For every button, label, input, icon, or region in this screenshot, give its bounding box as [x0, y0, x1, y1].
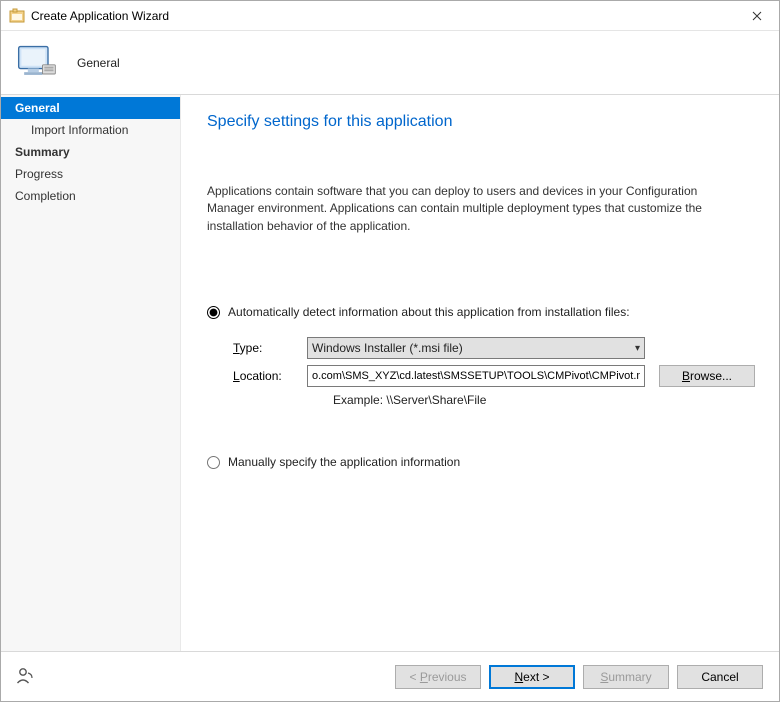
location-label: Location: — [233, 369, 307, 383]
monitor-icon — [15, 41, 59, 85]
content: Specify settings for this application Ap… — [181, 95, 779, 651]
radio-auto-detect-row: Automatically detect information about t… — [207, 305, 755, 319]
previous-button[interactable]: < Previous — [395, 665, 481, 689]
type-select-value: Windows Installer (*.msi file) — [312, 341, 463, 355]
radio-auto-detect-label[interactable]: Automatically detect information about t… — [228, 305, 630, 319]
close-button[interactable] — [734, 1, 779, 30]
sidebar-item-completion[interactable]: Completion — [1, 185, 180, 207]
sidebar-item-summary[interactable]: Summary — [1, 141, 180, 163]
close-icon — [752, 11, 762, 21]
person-icon[interactable] — [15, 666, 35, 686]
sidebar-item-import-information[interactable]: Import Information — [1, 119, 180, 141]
body: General Import Information Summary Progr… — [1, 95, 779, 651]
titlebar: Create Application Wizard — [1, 1, 779, 31]
next-button[interactable]: Next > — [489, 665, 575, 689]
radio-auto-detect[interactable] — [207, 306, 220, 319]
app-icon — [9, 8, 25, 24]
sidebar-item-progress[interactable]: Progress — [1, 163, 180, 185]
radio-manual-label[interactable]: Manually specify the application informa… — [228, 455, 460, 469]
chevron-down-icon: ▾ — [635, 343, 640, 354]
header-title: General — [77, 56, 120, 70]
description-text: Applications contain software that you c… — [207, 183, 747, 235]
location-row: Location: Browse... — [233, 365, 755, 387]
cancel-button[interactable]: Cancel — [677, 665, 763, 689]
window-title: Create Application Wizard — [31, 9, 734, 23]
radio-manual-row: Manually specify the application informa… — [207, 455, 755, 469]
location-input[interactable] — [307, 365, 645, 387]
type-row: Type: Windows Installer (*.msi file) ▾ — [233, 337, 755, 359]
type-select[interactable]: Windows Installer (*.msi file) ▾ — [307, 337, 645, 359]
wizard-window: Create Application Wizard General Genera… — [0, 0, 780, 702]
example-text: Example: \\Server\Share\File — [233, 393, 755, 407]
header: General — [1, 31, 779, 95]
page-title: Specify settings for this application — [207, 113, 755, 131]
browse-button[interactable]: Browse... — [659, 365, 755, 387]
radio-manual[interactable] — [207, 456, 220, 469]
auto-detect-form: Type: Windows Installer (*.msi file) ▾ L… — [207, 337, 755, 407]
sidebar: General Import Information Summary Progr… — [1, 95, 181, 651]
type-label: Type: — [233, 341, 307, 355]
summary-button[interactable]: Summary — [583, 665, 669, 689]
sidebar-item-general[interactable]: General — [1, 97, 180, 119]
footer: < Previous Next > Summary Cancel — [1, 651, 779, 701]
